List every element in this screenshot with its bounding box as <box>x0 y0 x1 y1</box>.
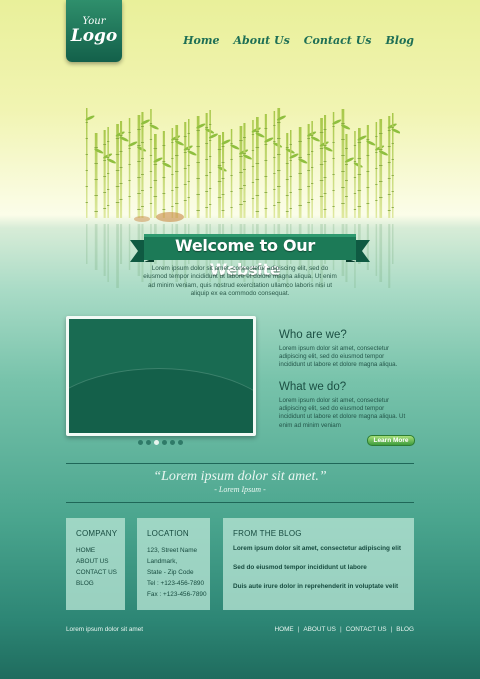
logo-text-logo: Logo <box>70 26 118 46</box>
blog-box: FROM THE BLOG Lorem ipsum dolor sit amet… <box>223 518 414 610</box>
quote-author: - Lorem Ipsum - <box>214 485 266 494</box>
quote-text: “Lorem ipsum dolor sit amet.” <box>153 469 327 484</box>
nav-blog[interactable]: Blog <box>385 34 414 47</box>
bamboo-illustration <box>85 108 400 222</box>
who-title: Who are we? <box>279 329 347 341</box>
what-title: What we do? <box>279 381 347 393</box>
footer-nav: HOME | ABOUT US | CONTACT US | BLOG <box>275 626 414 633</box>
company-link-home[interactable]: HOME <box>76 545 117 556</box>
company-link-blog[interactable]: BLOG <box>76 578 117 589</box>
image-slider[interactable] <box>66 316 256 436</box>
location-state: State - Zip Code <box>147 569 194 576</box>
footer-link-blog[interactable]: BLOG <box>396 626 414 633</box>
location-landmark: Landmark, <box>147 558 178 565</box>
slide-curve <box>69 369 253 433</box>
location-tel: Tel : +123-456-7890 <box>147 580 205 587</box>
main-nav: Home About Us Contact Us Blog <box>183 34 414 47</box>
site-logo[interactable]: Your Logo <box>66 0 122 62</box>
slider-dots <box>138 440 183 445</box>
footer-separator: | <box>297 626 300 633</box>
slider-dot[interactable] <box>138 440 143 445</box>
slider-dot[interactable] <box>162 440 167 445</box>
who-text: Lorem ipsum dolor sit amet, consectetur … <box>279 345 398 369</box>
footer-link-about[interactable]: ABOUT US <box>303 626 336 633</box>
slider-dot[interactable] <box>178 440 183 445</box>
logo-text-your: Your <box>82 16 106 27</box>
divider-bottom <box>66 502 414 503</box>
blog-post-link[interactable]: Duis aute irure dolor in reprehenderit i… <box>233 583 398 590</box>
company-box: COMPANY HOME ABOUT US CONTACT US BLOG <box>66 518 125 610</box>
slide-image <box>69 319 253 433</box>
footer-link-contact[interactable]: CONTACT US <box>346 626 387 633</box>
location-street: 123, Street Name <box>147 547 198 554</box>
company-link-contact[interactable]: CONTACT US <box>76 567 117 578</box>
divider-top <box>66 463 414 464</box>
footer-separator: | <box>390 626 393 633</box>
nav-about-us[interactable]: About Us <box>234 34 290 47</box>
slider-dot[interactable] <box>146 440 151 445</box>
footer-link-home[interactable]: HOME <box>275 626 294 633</box>
what-text: Lorem ipsum dolor sit amet, consectetur … <box>279 397 406 429</box>
location-title: LOCATION <box>147 529 189 538</box>
hero-intro-text: Lorem ipsum dolor sit amet, consectetur … <box>143 265 337 297</box>
nav-contact-us[interactable]: Contact Us <box>304 34 372 47</box>
footer-separator: | <box>339 626 342 633</box>
location-box: LOCATION 123, Street Name Landmark, Stat… <box>137 518 210 610</box>
slider-dot-active[interactable] <box>154 440 159 445</box>
footer-text: Lorem ipsum dolor sit amet <box>66 626 144 633</box>
location-fax: Fax : +123-456-7890 <box>147 591 207 598</box>
nav-home[interactable]: Home <box>183 34 219 47</box>
blog-title: FROM THE BLOG <box>233 529 302 538</box>
learn-more-button[interactable]: Learn More <box>367 435 415 446</box>
blog-post-link[interactable]: Sed do eiusmod tempor incididunt ut labo… <box>233 564 367 571</box>
blog-post-link[interactable]: Lorem ipsum dolor sit amet, consectetur … <box>233 545 401 552</box>
slider-dot[interactable] <box>170 440 175 445</box>
company-link-about[interactable]: ABOUT US <box>76 556 117 567</box>
company-title: COMPANY <box>76 529 118 538</box>
